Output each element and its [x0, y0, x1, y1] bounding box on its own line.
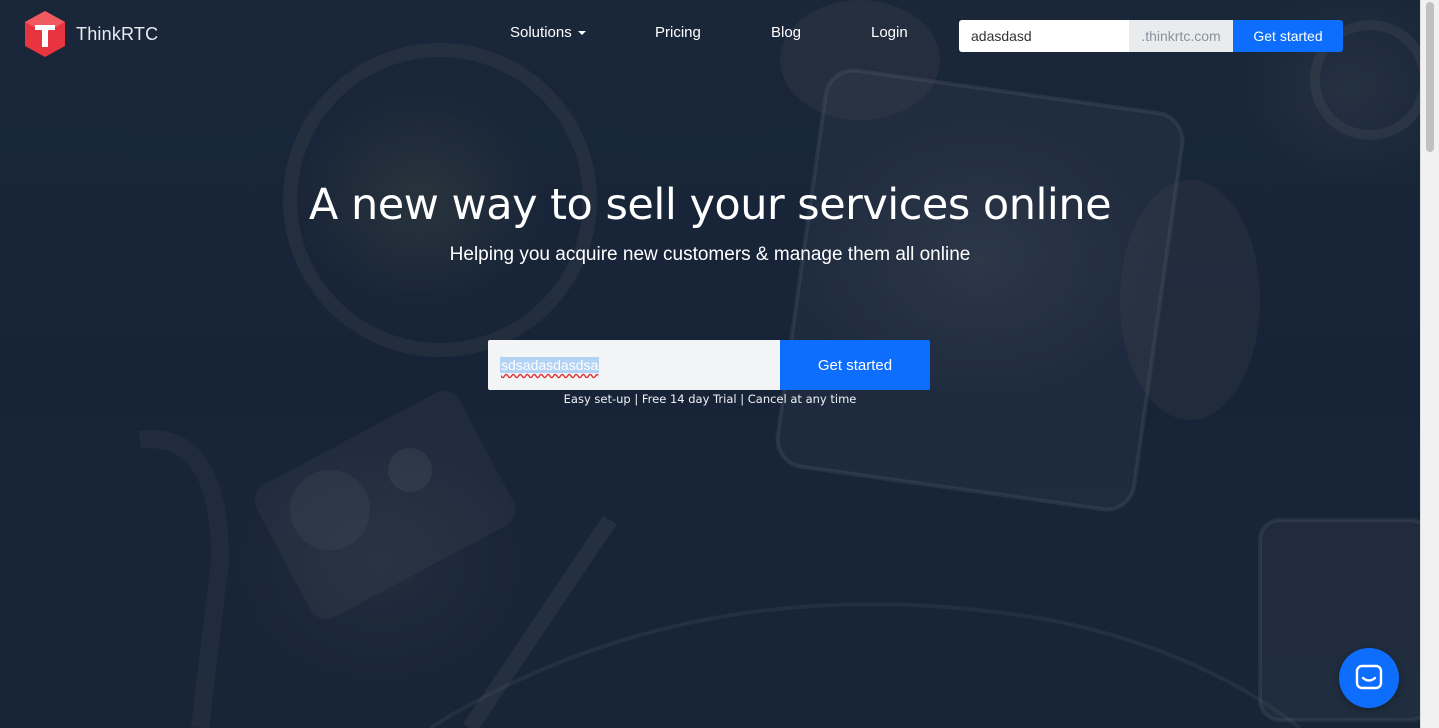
brand-name: ThinkRTC	[76, 23, 159, 44]
hero-subtitle: Helping you acquire new customers & mana…	[449, 244, 971, 265]
hero-subdomain-input[interactable]: sdsadasdasdsa	[488, 340, 780, 390]
caret-down-icon	[577, 31, 586, 36]
nav-item-blog[interactable]: Blog	[771, 24, 801, 41]
hero-tagline: Easy set-up | Free 14 day Trial | Cancel…	[563, 392, 857, 406]
domain-suffix: .thinkrtc.com	[1129, 20, 1233, 52]
hero-get-started-button[interactable]: Get started	[780, 340, 930, 390]
hero-signup-form: sdsadasdasdsa Get started	[488, 340, 930, 390]
chat-bubble-icon	[1355, 664, 1383, 690]
header-get-started-button[interactable]: Get started	[1233, 20, 1343, 52]
nav-item-label: Solutions	[510, 24, 572, 41]
hero-input-value: sdsadasdasdsa	[500, 357, 600, 373]
thinkrtc-logo-icon	[25, 11, 65, 57]
subdomain-input[interactable]	[959, 20, 1129, 52]
nav-item-solutions[interactable]: Solutions	[510, 24, 586, 41]
chat-launcher-button[interactable]	[1339, 648, 1399, 708]
header-signup-form: .thinkrtc.com Get started	[959, 20, 1343, 52]
brand-logo[interactable]: ThinkRTC	[22, 9, 158, 59]
scrollbar-thumb[interactable]	[1426, 2, 1434, 152]
hero-title: A new way to sell your services online	[308, 180, 1112, 230]
nav-item-pricing[interactable]: Pricing	[655, 24, 701, 41]
page-scrollbar[interactable]	[1420, 0, 1439, 728]
page: ThinkRTC Solutions Pricing Blog Login .t…	[0, 0, 1439, 728]
nav-item-login[interactable]: Login	[871, 24, 908, 41]
